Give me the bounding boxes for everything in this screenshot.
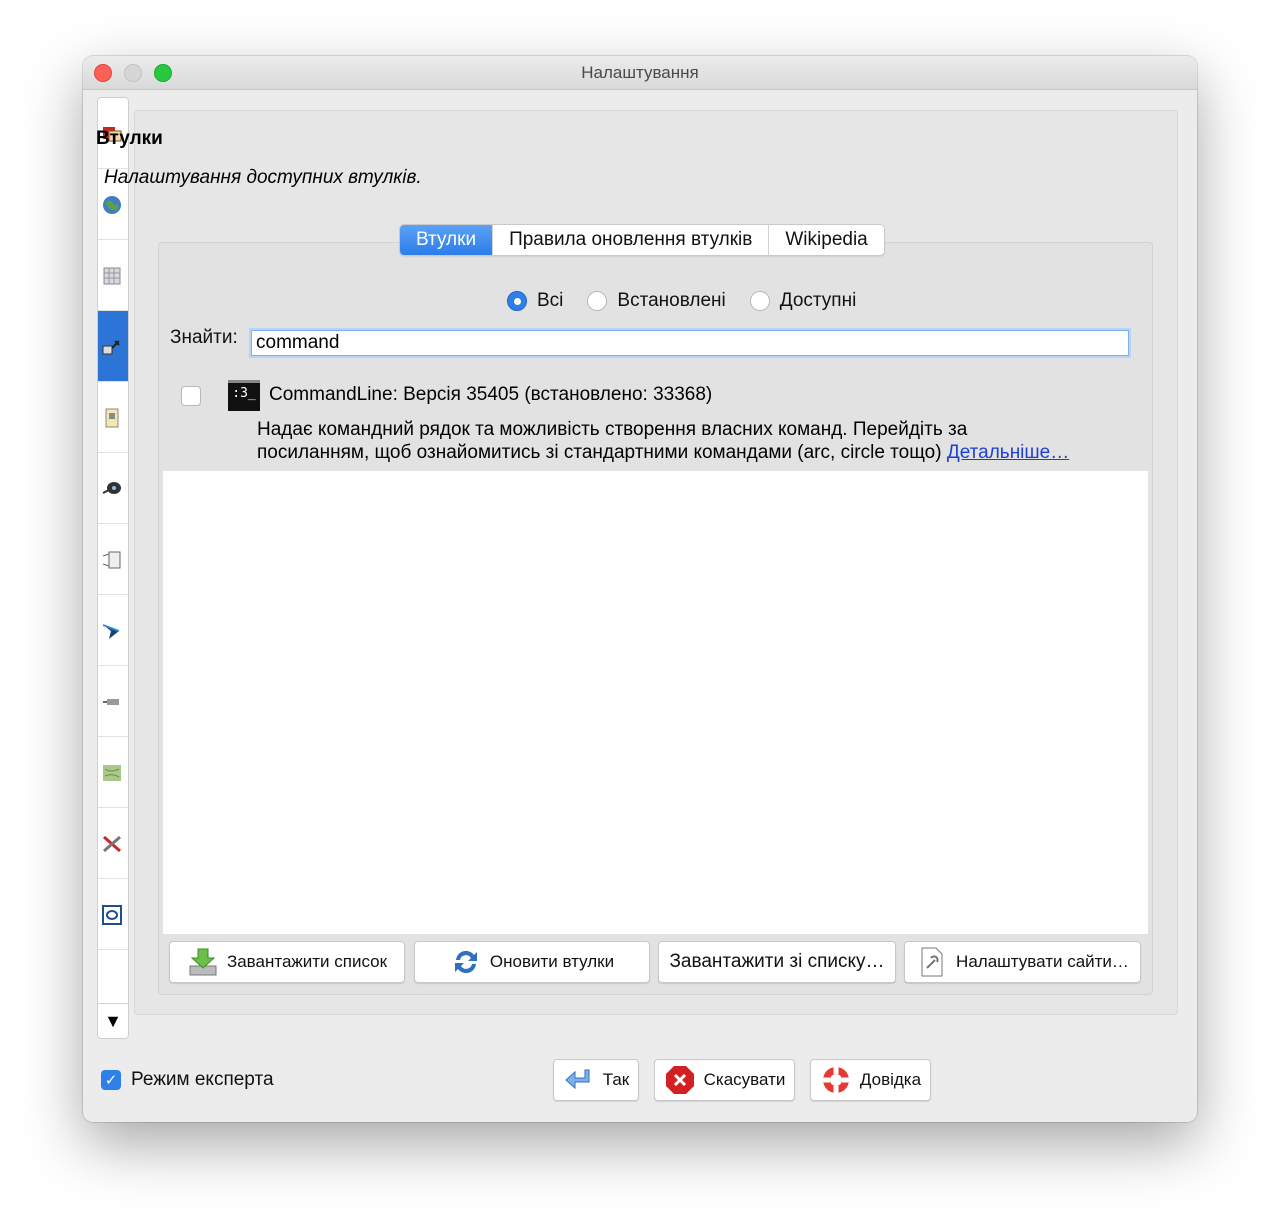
sidebar-scroll-down-button[interactable]: ▼ [98,1003,128,1038]
load-from-list-label: Завантажити зі списку… [669,951,885,972]
plugin-select-checkbox[interactable] [181,386,201,406]
plugin-list-item: :3_ CommandLine: Версія 35405 (встановле… [163,374,1148,471]
sidebar-item-imagery[interactable] [98,666,128,737]
help-button[interactable]: Довідка [810,1059,931,1101]
configure-sites-button[interactable]: Налаштувати сайти… [904,941,1141,983]
preferences-sidebar: ▼ [97,97,129,1039]
sidebar-item-plugins[interactable] [98,311,128,382]
plugin-description: Надає командний рядок та можливість ство… [257,418,1147,464]
filter-available-label: Доступні [779,290,857,311]
update-plugins-label: Оновити втулки [489,952,615,971]
validator-icon [102,905,122,925]
cancel-button[interactable]: Скасувати [654,1059,795,1101]
plugin-title: CommandLine: Версія 35405 (встановлено: … [269,384,713,405]
download-list-button[interactable]: Завантажити список [169,941,405,983]
sidebar-item-remote[interactable] [98,453,128,524]
terminal-icon: :3_ [228,380,260,411]
sidebar-item-mappaint[interactable] [98,737,128,808]
sidebar-item-validator[interactable] [98,879,128,950]
radio-dot [587,291,608,311]
filter-all-label: Всі [537,290,564,311]
download-icon [189,948,217,976]
imagery-offset-icon [103,699,119,705]
sidebar-item-projection[interactable] [98,524,128,595]
tab-bar: Втулки Правила оновлення втулків Wikiped… [399,224,885,256]
checkmark-icon: ✓ [101,1070,121,1090]
sidebar-item-map[interactable] [98,240,128,311]
ok-label: Так [602,1070,630,1089]
document-settings-icon [921,947,943,977]
search-input[interactable] [251,330,1129,356]
expert-mode-label: Режим експерта [131,1069,274,1090]
configure-sites-label: Налаштувати сайти… [956,952,1129,971]
sidebar-item-shortcuts[interactable] [98,808,128,879]
update-plugins-button[interactable]: Оновити втулки [414,941,650,983]
lifebuoy-icon [822,1067,849,1093]
map-grid-icon [103,267,121,285]
load-from-list-button[interactable]: Завантажити зі списку… [658,941,896,983]
return-arrow-icon [564,1069,590,1090]
preferences-window: Налаштування ▼ Втулки Налаштування досту… [83,56,1197,1122]
help-label: Довідка [859,1070,922,1089]
plugin-filter: Всі Встановлені Доступні [507,290,856,312]
title-bar: Налаштування [83,56,1197,90]
tab-wikipedia[interactable]: Wikipedia [769,225,883,255]
ok-button[interactable]: Так [553,1059,639,1101]
radio-dot [507,291,527,311]
sidebar-item-arrow[interactable] [98,595,128,666]
search-label: Знайти: [170,327,238,348]
filter-installed-label: Встановлені [617,290,726,311]
page-subtitle: Налаштування доступних втулків. [104,167,422,188]
download-list-label: Завантажити список [226,952,388,971]
page-title: Втулки [96,128,163,149]
cancel-label: Скасувати [703,1070,786,1089]
plugin-list-empty-area [163,471,1148,934]
cancel-icon [665,1066,694,1094]
window-title: Налаштування [581,63,699,82]
tab-update-policy[interactable]: Правила оновлення втулків [493,225,770,255]
tab-plugins[interactable]: Втулки [400,225,494,255]
filter-all-radio[interactable]: Всі [507,290,563,312]
sidebar-item-editing[interactable] [98,382,128,453]
refresh-icon [454,950,477,974]
plugin-plug-icon [102,340,120,355]
expert-mode-checkbox[interactable]: ✓ Режим експерта [101,1069,274,1091]
filter-installed-radio[interactable]: Встановлені [587,290,726,312]
arrow-icon [102,624,120,639]
shortcuts-tools-icon [103,835,121,853]
remote-control-icon [102,482,121,494]
projection-icon [102,551,121,569]
globe-icon [103,196,121,214]
plugin-description-line2: посиланням, щоб ознайомитись зі стандарт… [257,442,942,463]
document-edit-icon [105,408,119,428]
plugin-description-line1: Надає командний рядок та можливість ство… [257,419,968,440]
radio-dot [749,291,770,311]
plugin-more-link[interactable]: Детальніше… [947,442,1069,463]
filter-available-radio[interactable]: Доступні [749,290,857,312]
map-paint-icon [103,765,121,781]
